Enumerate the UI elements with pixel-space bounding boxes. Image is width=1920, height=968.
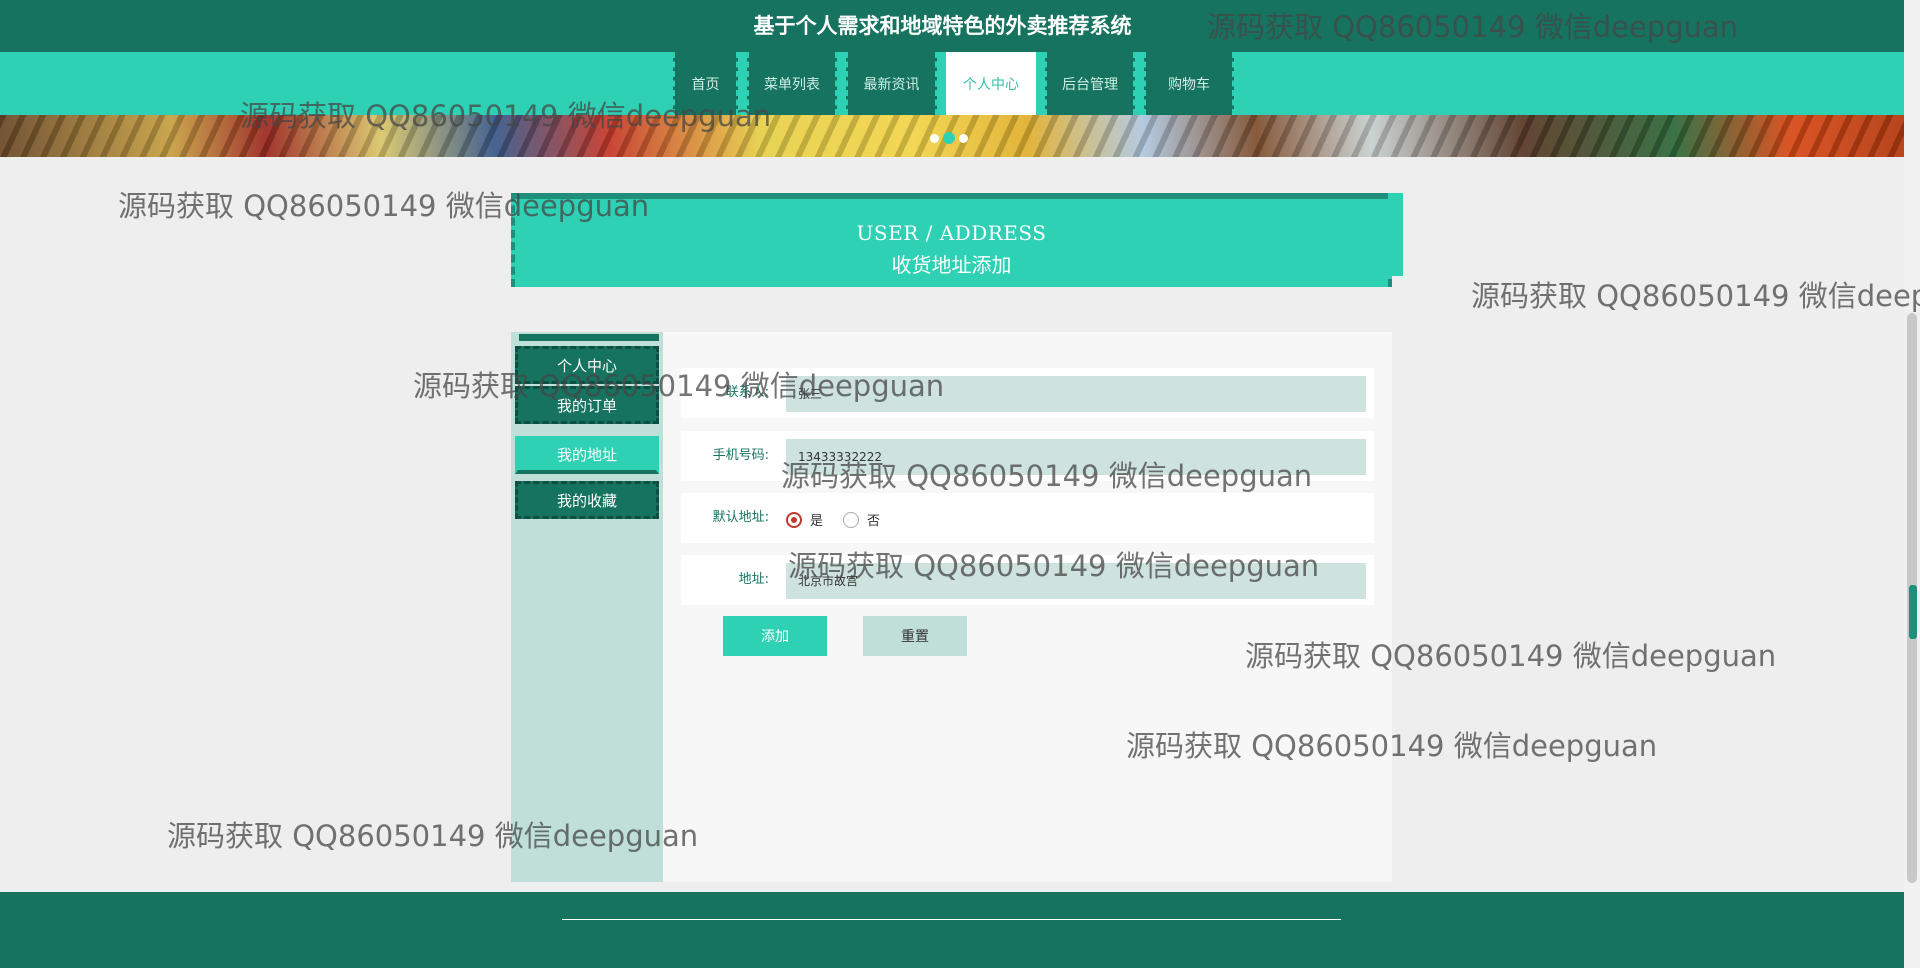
nav-news[interactable]: 最新资讯 [846,52,937,115]
carousel-indicator [930,132,968,144]
section-title-cn: 收货地址添加 [891,253,1012,277]
sidebar-item-address[interactable]: 我的地址 [515,436,659,474]
watermark: 源码获取 QQ86050149 微信deepguan [413,369,945,403]
add-button-label: 添加 [761,629,789,645]
watermark: 源码获取 QQ86050149 微信deepguan [167,819,699,853]
watermark: 源码获取 QQ86050149 微信deepguan [1126,729,1658,763]
address-label: 地址: [738,572,769,587]
phone-label: 手机号码: [712,448,769,463]
watermark: 源码获取 QQ86050149 微信deepguan [1471,279,1920,313]
nav-cart[interactable]: 购物车 [1144,52,1234,115]
sidebar-item-favorites[interactable]: 我的收藏 [515,481,659,519]
section-header-accent [1388,193,1403,276]
scrollbar-marker [1909,585,1917,639]
user-sidebar: 个人中心 我的订单 我的地址 我的收藏 [511,332,663,882]
default-address-label: 默认地址: [712,510,769,525]
reset-button[interactable]: 重置 [863,611,975,656]
default-address-radio-group: 是 否 [786,510,900,529]
nav-personal-center[interactable]: 个人中心 [946,52,1036,115]
carousel-dot-active[interactable] [943,132,955,144]
form-row-default: 默认地址: 是 否 [681,493,1374,543]
radio-no-label[interactable]: 否 [867,510,880,529]
watermark: 源码获取 QQ86050149 微信deepguan [118,189,650,223]
add-button[interactable]: 添加 [723,611,835,656]
watermark: 源码获取 QQ86050149 微信deepguan [240,99,772,133]
sidebar-top-bar [519,334,659,341]
carousel-dot[interactable] [959,134,968,143]
watermark: 源码获取 QQ86050149 微信deepguan [1245,639,1777,673]
reset-button-label: 重置 [901,629,929,645]
radio-no[interactable] [843,511,860,528]
nav-admin[interactable]: 后台管理 [1045,52,1135,115]
watermark: 源码获取 QQ86050149 微信deepguan [788,549,1320,583]
radio-yes-label[interactable]: 是 [810,510,823,529]
watermark: 源码获取 QQ86050149 微信deepguan [781,459,1313,493]
watermark: 源码获取 QQ86050149 微信deepguan [1207,10,1739,44]
carousel-dot[interactable] [930,134,939,143]
footer-divider [562,919,1341,920]
radio-yes[interactable] [786,511,802,528]
footer [0,892,1904,968]
page-scrollbar[interactable] [1904,0,1920,968]
